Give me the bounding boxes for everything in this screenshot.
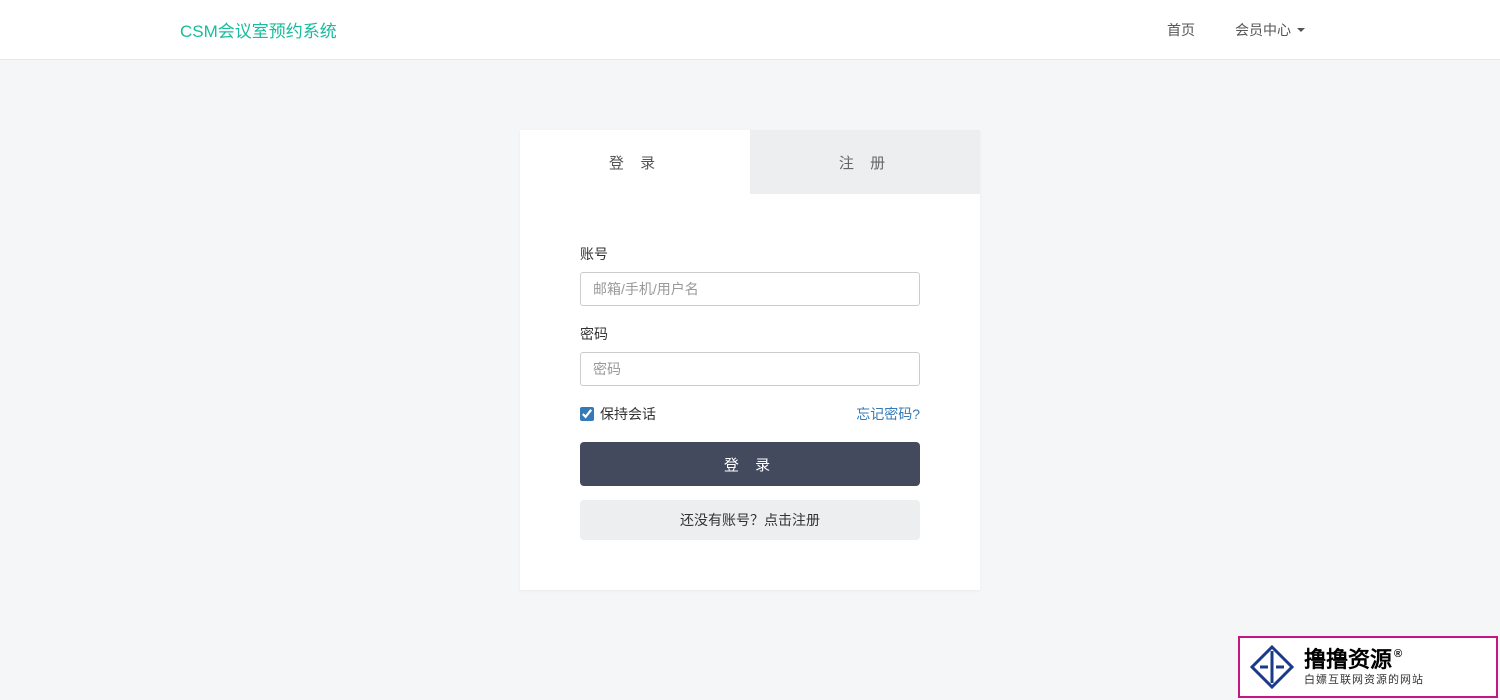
keep-session-wrap[interactable]: 保持会话	[580, 404, 656, 424]
caret-down-icon	[1297, 28, 1305, 32]
password-group: 密码	[580, 324, 920, 386]
auth-tabs: 登 录 注 册	[520, 130, 980, 194]
registered-icon: ®	[1394, 648, 1402, 660]
watermark: 撸撸资源 ® 白嫖互联网资源的网站	[1238, 636, 1498, 698]
watermark-subtitle: 白嫖互联网资源的网站	[1304, 674, 1424, 686]
account-group: 账号	[580, 244, 920, 306]
tab-register[interactable]: 注 册	[750, 130, 980, 194]
watermark-title: 撸撸资源 ®	[1304, 648, 1424, 672]
password-label: 密码	[580, 324, 920, 344]
account-label: 账号	[580, 244, 920, 264]
watermark-logo-icon	[1250, 645, 1294, 689]
navbar: CSM会议室预约系统 首页 会员中心	[0, 0, 1500, 60]
login-button[interactable]: 登 录	[580, 442, 920, 486]
nav-home[interactable]: 首页	[1152, 10, 1210, 50]
account-input[interactable]	[580, 272, 920, 306]
password-input[interactable]	[580, 352, 920, 386]
navbar-right: 首页 会员中心	[1152, 10, 1320, 50]
keep-session-label: 保持会话	[600, 404, 656, 424]
forgot-password-link[interactable]: 忘记密码?	[856, 404, 920, 424]
brand-link[interactable]: CSM会议室预约系统	[180, 17, 337, 42]
login-form: 账号 密码 保持会话 忘记密码? 登 录 还没有账号？点击注册	[520, 194, 980, 590]
nav-member-center[interactable]: 会员中心	[1220, 10, 1320, 50]
keep-session-checkbox[interactable]	[580, 407, 594, 421]
login-panel: 登 录 注 册 账号 密码 保持会话 忘记密码? 登 录 还没有账号？点击注册	[520, 130, 980, 590]
nav-member-center-label: 会员中心	[1235, 20, 1291, 40]
options-row: 保持会话 忘记密码?	[580, 404, 920, 424]
tab-login[interactable]: 登 录	[520, 130, 750, 194]
go-register-button[interactable]: 还没有账号？点击注册	[580, 500, 920, 540]
watermark-text: 撸撸资源 ® 白嫖互联网资源的网站	[1304, 648, 1424, 686]
